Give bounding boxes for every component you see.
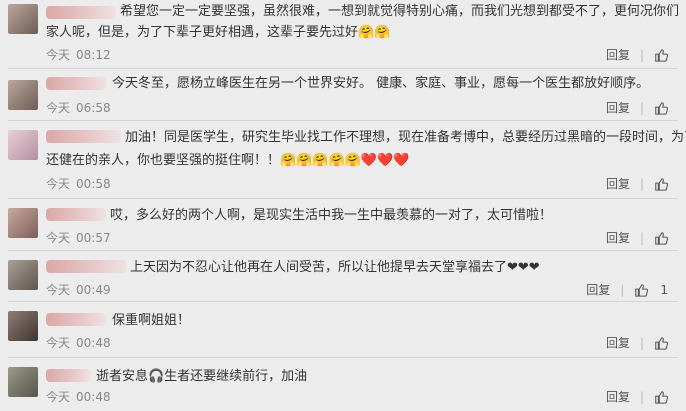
avatar[interactable] [8, 80, 38, 110]
comment-item: 逝者安息🎧生者还要继续前行，加油 今天 00:48 回复 | [0, 361, 686, 411]
timestamp: 今天 00:58 [46, 176, 111, 192]
username[interactable] [46, 369, 91, 382]
comment-item: 希望您一定一定要坚强，虽然很难，一想到就觉得特别心痛，而我们光想到都受不了，更何… [0, 0, 686, 66]
comment-line-1: 哎，多么好的两个人啊，是现实生活中我一生中最羡慕的一对了，太可惜啦！ [110, 208, 553, 223]
comment-text-line2: 还健在的亲人，你也要坚强的挺住啊！！🤗🤗🤗🤗🤗❤️❤️❤️ [46, 153, 410, 168]
comment-actions: 回复 | [606, 47, 668, 63]
thumbs-up-icon[interactable] [654, 101, 668, 115]
comment-item: 今天冬至，愿杨立峰医生在另一个世界安好。 健康、家庭、事业，愿每一个医生都放好顺… [0, 72, 686, 122]
comment-line-1: 希望您一定一定要坚强，虽然很难，一想到就觉得特别心痛，而我们光想到都受不了，更何… [120, 4, 680, 19]
username[interactable] [46, 208, 106, 221]
comment-item: 上天因为不忍心让他再在人间受苦，所以让他提早去天堂享福去了❤❤❤ 今天 00:49… [0, 254, 686, 302]
comment-text: 加油！同是医学生，研究生毕业找工作不理想，现在准备考博中，总要经历过黑暗的一段时… [125, 130, 686, 145]
reply-button[interactable]: 回复 [606, 47, 630, 63]
separator: | [639, 48, 644, 62]
timestamp-day: 今天 [46, 390, 71, 404]
divider [8, 198, 678, 199]
reply-button[interactable]: 回复 [606, 176, 630, 192]
avatar[interactable] [8, 367, 38, 397]
divider [8, 68, 678, 69]
comment-actions: 回复 | [606, 389, 668, 405]
comment-item: 加油！同是医学生，研究生毕业找工作不理想，现在准备考博中，总要经历过黑暗的一段时… [0, 124, 686, 196]
timestamp-day: 今天 [46, 283, 71, 297]
separator: | [639, 336, 644, 350]
thumbs-up-icon[interactable] [634, 283, 649, 297]
comment-text: 逝者安息🎧生者还要继续前行，加油 [96, 369, 308, 384]
separator: | [639, 177, 644, 191]
comment-actions: 回复 | 1 [586, 282, 668, 298]
comment-actions: 回复 | [606, 176, 668, 192]
avatar[interactable] [8, 130, 38, 160]
comment-text: 哎，多么好的两个人啊，是现实生活中我一生中最羡慕的一对了，太可惜啦！ [110, 204, 686, 227]
divider [8, 357, 678, 358]
reply-button[interactable]: 回复 [606, 100, 630, 116]
comment-item: 哎，多么好的两个人啊，是现实生活中我一生中最羡慕的一对了，太可惜啦！ 今天 00:… [0, 202, 686, 252]
comment-actions: 回复 | [606, 230, 668, 246]
reply-button[interactable]: 回复 [586, 282, 610, 298]
separator: | [639, 231, 644, 245]
timestamp-time: 00:48 [76, 336, 111, 350]
timestamp: 今天 00:57 [46, 230, 111, 246]
separator: | [620, 283, 625, 297]
separator: | [639, 390, 644, 404]
comment-actions: 回复 | [606, 100, 668, 116]
thumbs-up-icon[interactable] [654, 336, 668, 350]
timestamp: 今天 08:12 [46, 47, 111, 63]
divider [8, 120, 678, 121]
username[interactable] [46, 260, 126, 273]
comment-text: 保重啊姐姐！ [112, 313, 191, 328]
comment-text-line2: 家人呢，但是，为了下辈子更好相遇，这辈子要先过好🤗🤗 [46, 25, 391, 40]
comment-list: 希望您一定一定要坚强，虽然很难，一想到就觉得特别心痛，而我们光想到都受不了，更何… [0, 0, 686, 411]
username[interactable] [46, 6, 116, 19]
divider [8, 301, 678, 302]
timestamp-day: 今天 [46, 177, 71, 191]
thumbs-up-icon[interactable] [654, 390, 668, 404]
thumbs-up-icon[interactable] [654, 48, 668, 62]
comment-text: 希望您一定一定要坚强，虽然很难，一想到就觉得特别心痛，而我们光想到都受不了，更何… [120, 0, 686, 23]
timestamp-day: 今天 [46, 101, 71, 115]
avatar[interactable] [8, 311, 38, 341]
like-count: 1 [660, 283, 668, 297]
timestamp-day: 今天 [46, 231, 71, 245]
timestamp: 今天 00:48 [46, 389, 111, 405]
timestamp-time: 00:49 [76, 283, 111, 297]
avatar[interactable] [8, 208, 38, 238]
reply-button[interactable]: 回复 [606, 335, 630, 351]
timestamp-time: 00:58 [76, 177, 111, 191]
separator: | [639, 101, 644, 115]
timestamp-time: 08:12 [76, 48, 111, 62]
timestamp-time: 06:58 [76, 101, 111, 115]
thumbs-up-icon[interactable] [654, 177, 668, 191]
comment-text: 上天因为不忍心让他再在人间受苦，所以让他提早去天堂享福去了❤❤❤ [130, 260, 540, 275]
timestamp: 今天 00:48 [46, 335, 111, 351]
reply-button[interactable]: 回复 [606, 389, 630, 405]
timestamp-day: 今天 [46, 48, 71, 62]
username[interactable] [46, 130, 121, 143]
username[interactable] [46, 313, 106, 326]
avatar[interactable] [8, 260, 38, 290]
timestamp: 今天 06:58 [46, 100, 111, 116]
comment-text: 今天冬至，愿杨立峰医生在另一个世界安好。 健康、家庭、事业，愿每一个医生都放好顺… [112, 76, 650, 91]
timestamp-day: 今天 [46, 336, 71, 350]
timestamp: 今天 00:49 [46, 282, 111, 298]
divider [8, 250, 678, 251]
thumbs-up-icon[interactable] [654, 231, 668, 245]
comment-actions: 回复 | [606, 335, 668, 351]
timestamp-time: 00:48 [76, 390, 111, 404]
reply-button[interactable]: 回复 [606, 230, 630, 246]
comment-item: 保重啊姐姐！ 今天 00:48 回复 | [0, 305, 686, 355]
avatar[interactable] [8, 4, 38, 34]
username[interactable] [46, 77, 106, 90]
timestamp-time: 00:57 [76, 231, 111, 245]
